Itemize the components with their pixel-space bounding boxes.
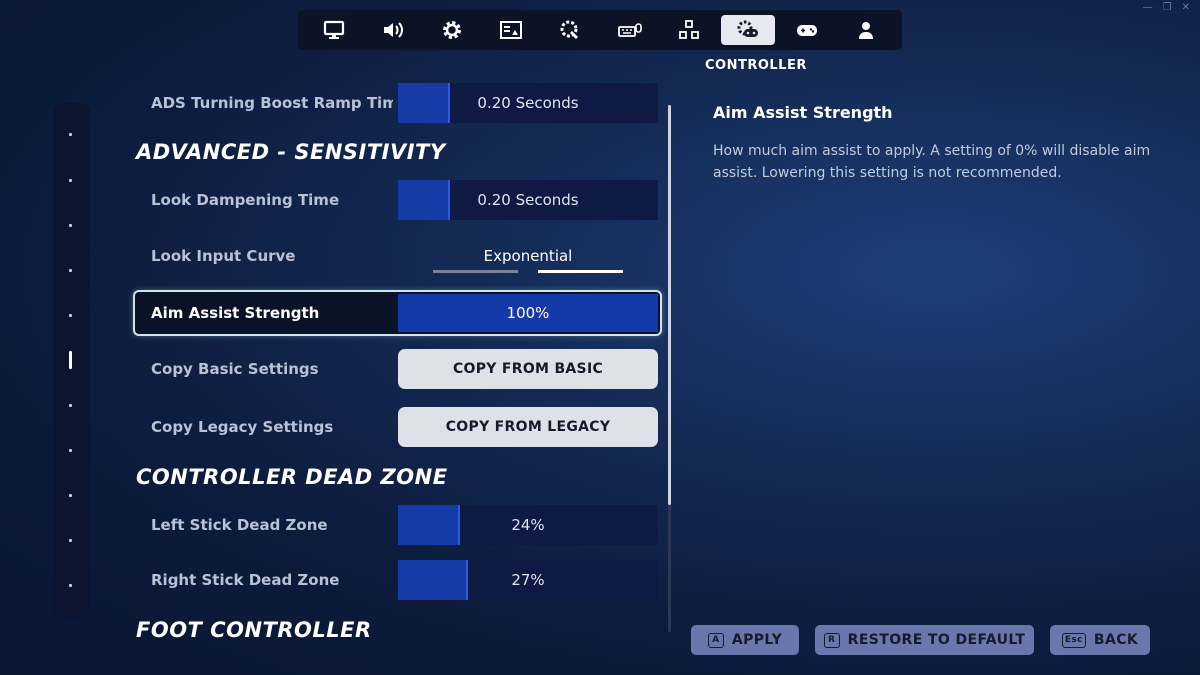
back-label: BACK: [1093, 632, 1139, 648]
apply-button[interactable]: A APPLY: [691, 625, 799, 655]
option-indicator-2-active: [538, 270, 623, 273]
aim-assist-value: 100%: [506, 304, 550, 322]
restore-label: RESTORE TO DEFAULT: [847, 632, 1026, 648]
back-button[interactable]: Esc BACK: [1050, 625, 1150, 655]
ads-ramp-slider[interactable]: 0.20 Seconds: [398, 83, 658, 123]
section-title-deadzone: CONTROLLER DEAD ZONE: [136, 465, 448, 489]
close-icon[interactable]: ✕: [1182, 2, 1190, 13]
description-title: Aim Assist Strength: [713, 103, 893, 122]
tab-controller[interactable]: [720, 15, 775, 45]
left-stick-slider[interactable]: 24%: [398, 505, 658, 545]
key-hint-a: A: [707, 632, 724, 648]
slider-value: 0.20 Seconds: [477, 94, 579, 112]
scrollbar-thumb[interactable]: [668, 105, 671, 505]
section-title-foot-controller: FOOT CONTROLLER: [136, 618, 372, 642]
slider-value: 24%: [511, 516, 545, 534]
tab-controller-bindings[interactable]: [780, 15, 834, 45]
copy-from-basic-button[interactable]: COPY FROM BASIC: [398, 349, 658, 389]
description-body: How much aim assist to apply. A setting …: [713, 143, 1151, 181]
touch-layout-icon: [678, 20, 699, 39]
ads-ramp-label: ADS Turning Boost Ramp Time: [151, 94, 393, 112]
slider-value: 27%: [511, 571, 545, 589]
controller-gear-icon: [737, 20, 758, 37]
settings-scrollbar[interactable]: [668, 105, 671, 632]
copy-legacy-label: Copy Legacy Settings: [151, 418, 334, 436]
apply-label: APPLY: [731, 632, 783, 648]
settings-list: ADS Turning Boost Ramp Time 0.20 Seconds…: [0, 0, 680, 675]
restore-icon[interactable]: ❐: [1163, 2, 1172, 13]
left-stick-label: Left Stick Dead Zone: [151, 516, 328, 534]
gamepad-icon: [797, 25, 818, 36]
look-dampening-slider[interactable]: 0.20 Seconds: [398, 180, 658, 220]
section-title-advanced: ADVANCED - SENSITIVITY: [136, 140, 446, 164]
option-indicator-1: [433, 270, 518, 273]
minimize-icon[interactable]: —: [1143, 2, 1153, 13]
right-stick-slider[interactable]: 27%: [398, 560, 658, 600]
aim-assist-label: Aim Assist Strength: [151, 304, 320, 322]
tab-account[interactable]: [839, 15, 893, 45]
right-stick-label: Right Stick Dead Zone: [151, 571, 340, 589]
copy-from-legacy-button[interactable]: COPY FROM LEGACY: [398, 407, 658, 447]
restore-default-button[interactable]: R RESTORE TO DEFAULT: [815, 625, 1034, 655]
account-icon: [859, 22, 874, 39]
active-tab-caption: CONTROLLER: [705, 58, 807, 73]
key-hint-r: R: [823, 632, 840, 648]
key-hint-esc: Esc: [1061, 632, 1086, 648]
copy-basic-label: Copy Basic Settings: [151, 360, 319, 378]
look-dampening-label: Look Dampening Time: [151, 191, 340, 209]
slider-value: 0.20 Seconds: [477, 191, 579, 209]
window-controls: — ❐ ✕: [1143, 2, 1190, 13]
look-input-curve-label: Look Input Curve: [151, 247, 296, 265]
look-input-curve-selector[interactable]: Exponential: [398, 247, 658, 265]
